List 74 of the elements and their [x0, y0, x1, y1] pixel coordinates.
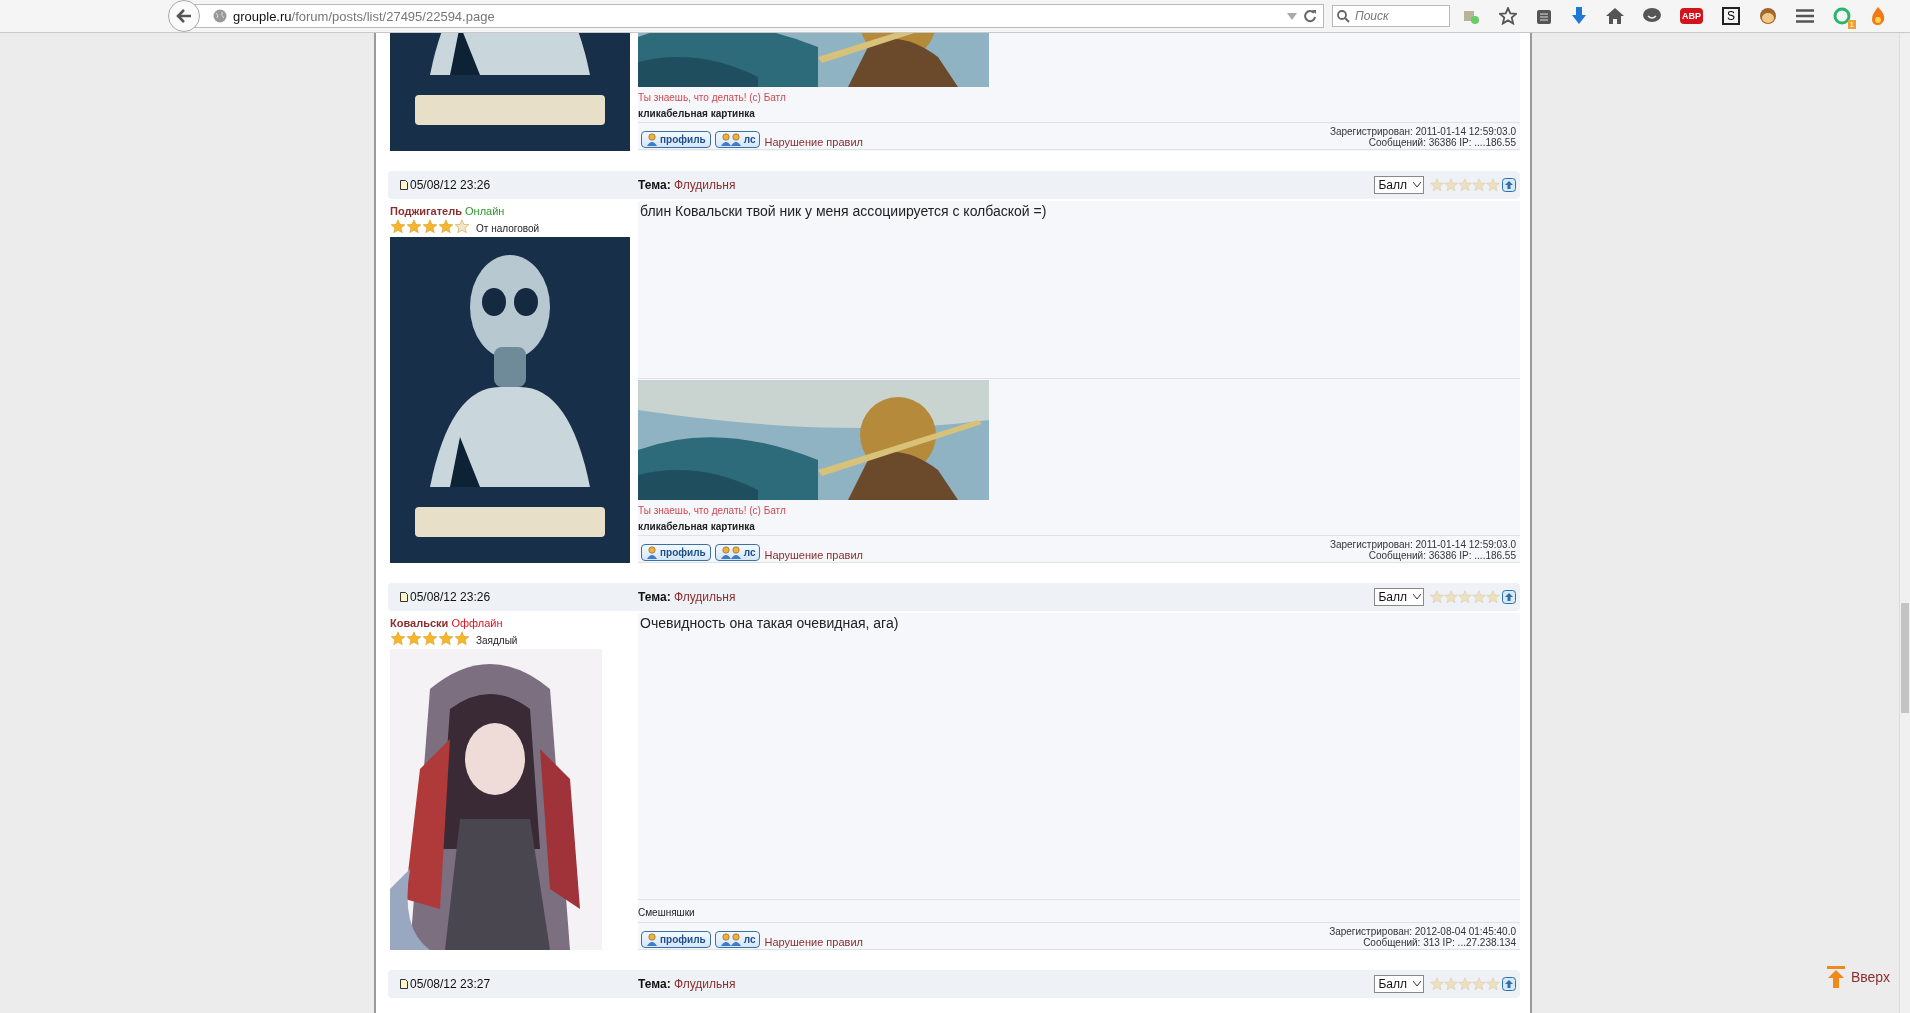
message-button[interactable]: лс — [714, 544, 761, 561]
message-count: Сообщений: 36386 IP: ....186.55 — [1368, 550, 1516, 561]
person-icon — [646, 133, 658, 146]
reload-icon[interactable] — [1303, 9, 1317, 23]
message-count: Сообщений: 313 IP: ...27.238.134 — [1363, 937, 1516, 948]
person-icon — [646, 933, 658, 946]
document-icon — [400, 592, 408, 602]
score-select[interactable]: Балл — [1374, 588, 1424, 606]
person-icon — [646, 546, 658, 559]
message-count: Сообщений: 36386 IP: ....186.55 — [1368, 137, 1516, 148]
signature-text: Смешняшки — [638, 906, 696, 920]
score-select[interactable]: Балл — [1374, 975, 1424, 993]
rating-stars[interactable] — [1430, 178, 1500, 192]
adblock-icon[interactable]: ABP — [1680, 8, 1703, 24]
clipboard-icon[interactable] — [1536, 7, 1552, 25]
rating-stars[interactable] — [1430, 977, 1500, 991]
post-topic: Тема: Флудильня — [638, 178, 737, 192]
scroll-up-icon[interactable] — [1502, 977, 1516, 991]
rating-stars[interactable] — [1430, 590, 1500, 604]
post-date: 05/08/12 23:26 — [410, 590, 492, 604]
search-icon — [1337, 10, 1350, 23]
scrollbar[interactable] — [1899, 33, 1910, 1013]
home-icon[interactable] — [1606, 8, 1624, 24]
back-to-top-link[interactable]: Вверх — [1826, 966, 1890, 988]
letter-icon[interactable]: S — [1722, 7, 1741, 25]
report-link[interactable]: Нарушение правил — [764, 549, 1326, 561]
address-field[interactable]: grouple.ru/forum/posts/list/27495/22594.page — [194, 4, 1324, 28]
url-text: grouple.ru/forum/posts/list/27495/22594.page — [233, 8, 496, 24]
chevron-icon — [1413, 981, 1421, 987]
chat-icon[interactable] — [1643, 8, 1661, 24]
registered-date: Зарегистрирован: 2011-01-14 12:59:03.0 — [1329, 126, 1516, 137]
profile-button[interactable]: профиль — [641, 131, 711, 148]
chevron-icon — [1413, 594, 1421, 600]
people-icon — [719, 546, 742, 559]
post-message: блин Ковальски твой ник у меня ассоциируется с колбаской =) — [639, 202, 1048, 221]
download-icon[interactable] — [1571, 7, 1587, 25]
people-icon — [719, 933, 742, 946]
profile-button[interactable]: профиль — [641, 931, 711, 948]
user-rank: Заядлый — [476, 635, 518, 646]
user-rank: От налоговой — [476, 223, 540, 234]
chevron-icon — [1413, 182, 1421, 188]
signature-note: кликабельная картинка — [638, 108, 756, 119]
document-icon — [400, 979, 408, 989]
arrow-up-icon — [1826, 966, 1845, 988]
post-date: 05/08/12 23:26 — [410, 178, 492, 192]
menu-icon[interactable] — [1796, 9, 1815, 23]
post-topic: Тема: Флудильня — [638, 590, 737, 604]
report-link[interactable]: Нарушение правил — [764, 136, 1326, 148]
dropdown-icon[interactable] — [1287, 12, 1297, 20]
scroll-up-icon[interactable] — [1502, 178, 1516, 192]
arrow-left-icon — [176, 9, 192, 23]
document-icon — [400, 180, 408, 190]
scroll-up-icon[interactable] — [1502, 590, 1516, 604]
signature-note: кликабельная картинка — [638, 521, 756, 532]
registered-date: Зарегистрирован: 2012-08-04 01:45:40.0 — [1329, 926, 1516, 937]
author-line: Поджигатель Онлайн — [390, 205, 506, 217]
signature-quote: Ты знаешь, что делать! (с) Батл — [638, 505, 787, 516]
people-icon — [719, 133, 742, 146]
star-icon[interactable] — [1499, 7, 1517, 25]
post-message: Очевидность она такая очевидная, ага) — [639, 614, 900, 633]
flame-icon[interactable] — [1870, 7, 1887, 25]
author-line: Ковальски Оффлайн — [390, 617, 504, 629]
registered-date: Зарегистрирован: 2011-01-14 12:59:03.0 — [1329, 539, 1516, 550]
message-button[interactable]: лс — [714, 131, 761, 148]
back-button[interactable] — [168, 0, 200, 32]
message-button[interactable]: лс — [714, 931, 761, 948]
report-link[interactable]: Нарушение правил — [764, 936, 1326, 948]
post-date: 05/08/12 23:27 — [410, 977, 492, 991]
post-topic: Тема: Флудильня — [638, 977, 737, 991]
globe-icon — [213, 9, 227, 23]
signature-quote: Ты знаешь, что делать! (с) Батл — [638, 92, 787, 103]
profile-button[interactable]: профиль — [641, 544, 711, 561]
score-select[interactable]: Балл — [1374, 176, 1424, 194]
search-field[interactable]: Поиск — [1332, 5, 1450, 27]
